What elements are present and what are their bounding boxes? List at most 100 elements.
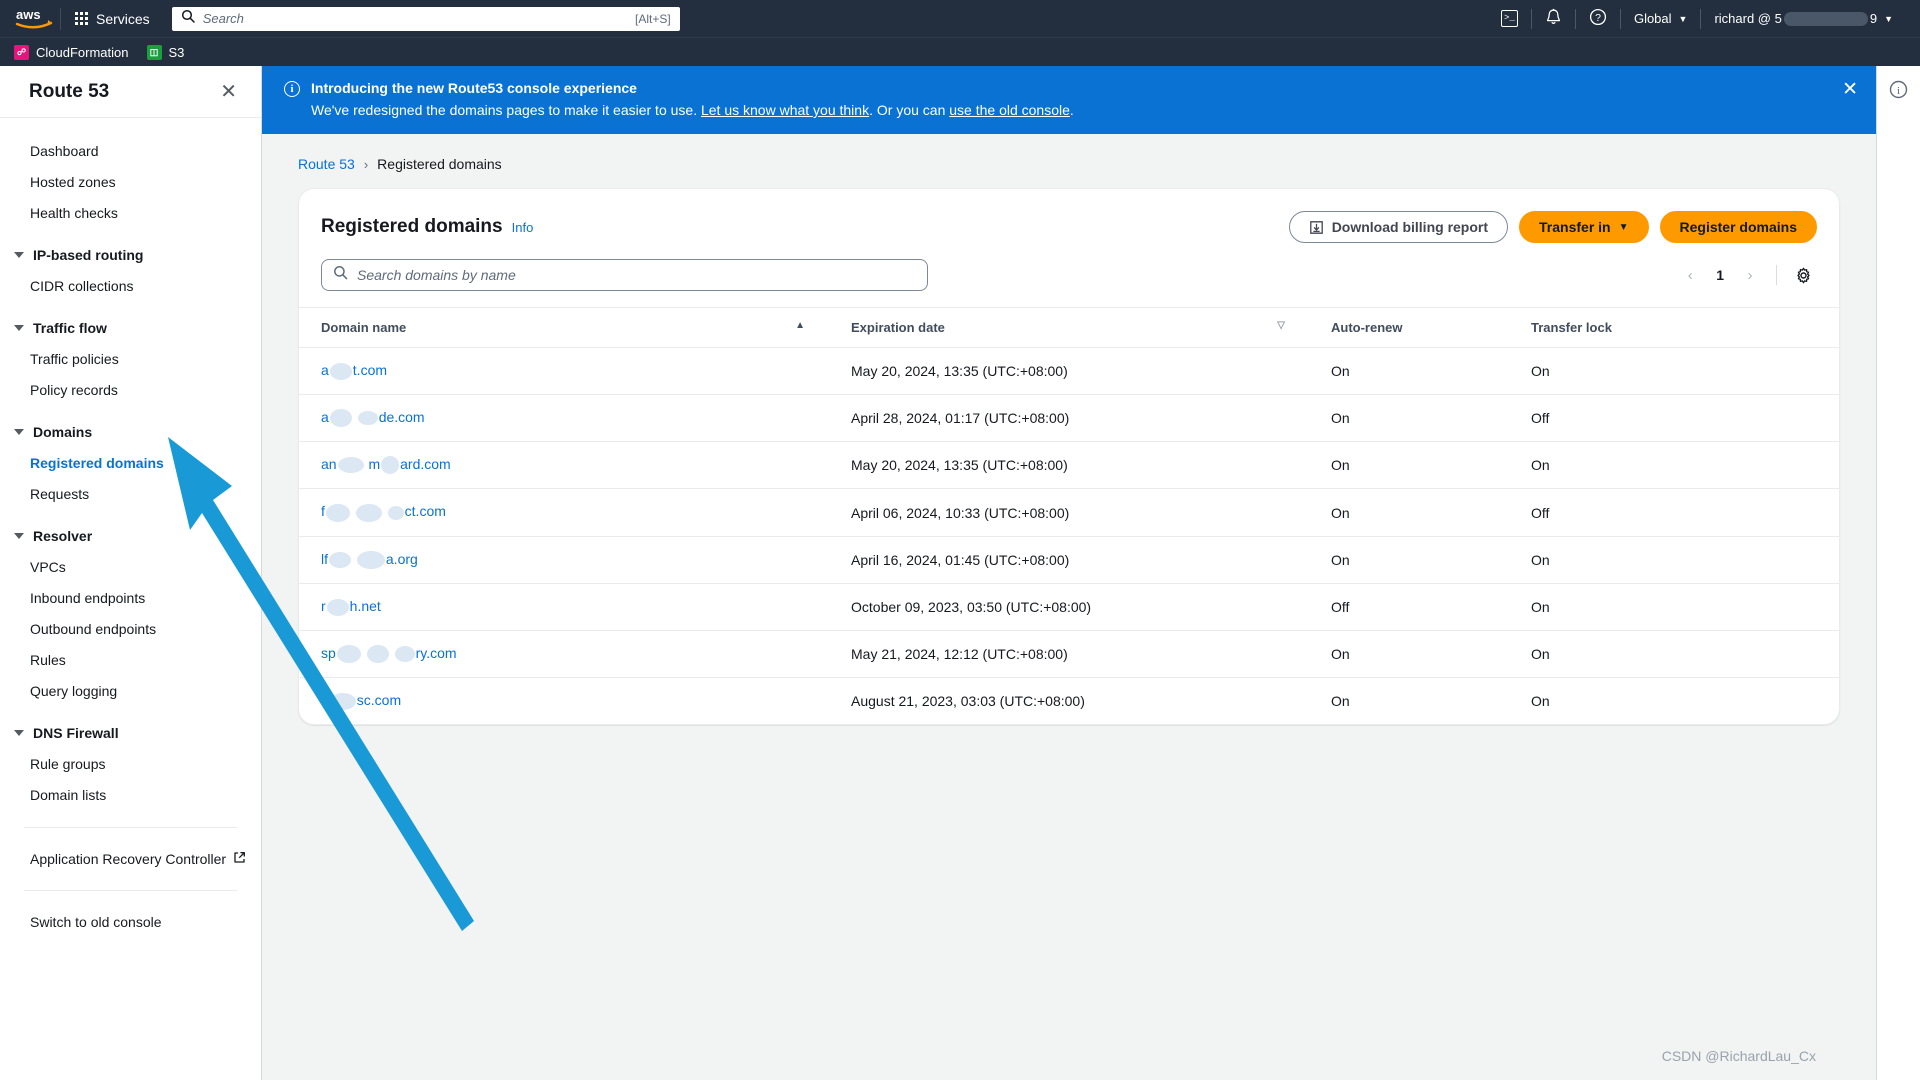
sidebar-item-outbound-endpoints[interactable]: Outbound endpoints xyxy=(0,614,261,645)
domain-text-fragment: f xyxy=(321,503,325,520)
cell-expiration-date: April 28, 2024, 01:17 (UTC:+08:00) xyxy=(829,394,1309,443)
favorite-cloudformation[interactable]: ☍ CloudFormation xyxy=(14,44,129,60)
column-header-auto-renew[interactable]: Auto-renew xyxy=(1309,307,1509,348)
cell-auto-renew: On xyxy=(1309,536,1509,584)
domain-name-link[interactable]: f ct.com xyxy=(321,503,446,522)
aws-logo-icon[interactable]: aws xyxy=(0,7,60,31)
sidebar-group-label: DNS Firewall xyxy=(33,725,119,741)
breadcrumb-current: Registered domains xyxy=(377,156,502,172)
pagination-prev-button[interactable]: ‹ xyxy=(1676,261,1704,289)
domain-name-link[interactable]: a de.com xyxy=(321,408,425,428)
sidebar-group-dns-firewall[interactable]: DNS Firewall xyxy=(0,717,261,749)
domain-name-link[interactable]: lf a.org xyxy=(321,551,418,569)
sidebar-group-traffic-flow[interactable]: Traffic flow xyxy=(0,312,261,344)
info-link[interactable]: Info xyxy=(512,220,534,235)
sidebar-item-traffic-policies[interactable]: Traffic policies xyxy=(0,344,261,375)
download-billing-report-button[interactable]: Download billing report xyxy=(1288,211,1509,243)
table-row: a de.com April 28, 2024, 01:17 (UTC:+08:0… xyxy=(299,394,1839,443)
grid-icon xyxy=(75,12,88,25)
sidebar-group-ip-based-routing[interactable]: IP-based routing xyxy=(0,239,261,271)
sidebar-item-health-checks[interactable]: Health checks xyxy=(0,198,261,229)
register-domains-button[interactable]: Register domains xyxy=(1659,211,1817,243)
column-header-domain-name[interactable]: Domain name ▲ xyxy=(299,307,829,348)
sidebar-item-rules[interactable]: Rules xyxy=(0,645,261,676)
cell-domain-name: f ct.com xyxy=(299,488,829,537)
cell-domain-name: sp ry.com xyxy=(299,630,829,679)
domain-name-link[interactable]: u sc.com xyxy=(321,692,401,710)
favorite-label: CloudFormation xyxy=(36,44,129,60)
registered-domains-card: Registered domains Info Download billing… xyxy=(298,188,1840,725)
breadcrumb: Route 53 › Registered domains xyxy=(262,134,1876,188)
domain-redaction-blob xyxy=(381,456,400,475)
column-header-transfer-lock[interactable]: Transfer lock xyxy=(1509,307,1839,348)
banner-close-icon[interactable]: ✕ xyxy=(1842,80,1858,99)
sidebar-item-inbound-endpoints[interactable]: Inbound endpoints xyxy=(0,583,261,614)
table-row: lf a.org April 16, 2024, 01:45 (UTC:+08:0… xyxy=(299,536,1839,584)
feedback-link[interactable]: Let us know what you think xyxy=(701,102,869,118)
domain-text-fragment: de.com xyxy=(378,408,425,425)
nav-right-cluster: >_ ? Global ▼ richard @ 5 9 ▼ xyxy=(1488,0,1920,37)
sidebar-item-cidr-collections[interactable]: CIDR collections xyxy=(0,271,261,302)
info-panel-icon[interactable]: i xyxy=(1889,80,1908,1080)
search-shortcut-hint: [Alt+S] xyxy=(635,11,671,26)
sidebar-item-vpcs[interactable]: VPCs xyxy=(0,552,261,583)
domain-name-link[interactable]: sp ry.com xyxy=(321,645,457,664)
sidebar-item-requests[interactable]: Requests xyxy=(0,479,261,510)
column-header-expiration-date[interactable]: Expiration date ▽ xyxy=(829,307,1309,348)
domain-search-box[interactable] xyxy=(321,259,928,291)
sidebar-item-policy-records[interactable]: Policy records xyxy=(0,375,261,406)
sidebar-item-registered-domains[interactable]: Registered domains xyxy=(0,448,261,479)
sidebar-item-rule-groups[interactable]: Rule groups xyxy=(0,749,261,780)
domain-search-input[interactable] xyxy=(357,267,916,283)
sidebar-group-domains[interactable]: Domains xyxy=(0,416,261,448)
breadcrumb-route53[interactable]: Route 53 xyxy=(298,156,355,172)
domain-text-fragment: t.com xyxy=(352,362,388,378)
account-menu[interactable]: richard @ 5 9 ▼ xyxy=(1701,0,1906,37)
search-input[interactable] xyxy=(202,11,627,26)
cloudshell-button[interactable]: >_ xyxy=(1488,0,1531,37)
table-row: f ct.com April 06, 2024, 10:33 (UTC:+08:0… xyxy=(299,488,1839,537)
domain-text-fragment: a xyxy=(321,362,329,378)
domain-text-fragment: a xyxy=(321,408,329,425)
transfer-in-button[interactable]: Transfer in ▼ xyxy=(1519,211,1649,243)
main-content: i Introducing the new Route53 console ex… xyxy=(262,66,1876,1080)
favorite-s3[interactable]: ◫ S3 xyxy=(146,44,184,60)
sidebar-item-query-logging[interactable]: Query logging xyxy=(0,676,261,707)
column-label: Auto-renew xyxy=(1331,320,1403,335)
pagination-page-1[interactable]: 1 xyxy=(1708,267,1732,283)
sidebar-item-hosted-zones[interactable]: Hosted zones xyxy=(0,167,261,198)
sidebar-group-resolver[interactable]: Resolver xyxy=(0,520,261,552)
notifications-button[interactable] xyxy=(1532,0,1575,37)
region-selector[interactable]: Global ▼ xyxy=(1621,0,1701,37)
domain-text-fragment xyxy=(352,551,356,567)
s3-icon: ◫ xyxy=(146,44,162,60)
old-console-link[interactable]: use the old console xyxy=(949,102,1070,118)
cell-expiration-date: October 09, 2023, 03:50 (UTC:+08:00) xyxy=(829,583,1309,631)
domain-name-link[interactable]: an m ard.com xyxy=(321,456,451,475)
pagination-next-button[interactable]: › xyxy=(1736,261,1764,289)
sidebar-item-application-recovery-controller[interactable]: Application Recovery Controller xyxy=(0,844,261,874)
pagination-divider xyxy=(1776,265,1777,285)
table-preferences-gear-icon[interactable] xyxy=(1789,261,1817,289)
cloudshell-icon: >_ xyxy=(1500,10,1518,27)
domain-name-link[interactable]: a t.com xyxy=(321,362,388,380)
chevron-down-icon: ▼ xyxy=(1618,221,1629,233)
table-row: a t.com May 20, 2024, 13:35 (UTC:+08:00) On… xyxy=(299,347,1839,395)
sidebar-divider xyxy=(24,890,237,891)
domain-redaction-blob xyxy=(325,503,350,522)
sidebar-item-switch-to-old-console[interactable]: Switch to old console xyxy=(0,907,261,938)
domain-name-link[interactable]: r h.net xyxy=(321,598,381,616)
banner-body-part1: We've redesigned the domains pages to ma… xyxy=(311,102,701,118)
close-icon[interactable]: ✕ xyxy=(220,82,237,102)
sidebar-group-label: Traffic flow xyxy=(33,320,107,336)
sidebar-item-dashboard[interactable]: Dashboard xyxy=(0,136,261,167)
help-button[interactable]: ? xyxy=(1576,0,1620,37)
table-row: sp ry.com May 21, 2024, 12:12 (UTC:+08:00… xyxy=(299,630,1839,679)
banner-title: Introducing the new Route53 console expe… xyxy=(311,80,637,96)
cell-auto-renew: On xyxy=(1309,347,1509,395)
favorites-bar: ☍ CloudFormation ◫ S3 xyxy=(0,37,1920,66)
sidebar-header: Route 53 ✕ xyxy=(0,66,261,118)
sidebar-item-domain-lists[interactable]: Domain lists xyxy=(0,780,261,811)
global-search-box[interactable]: [Alt+S] xyxy=(171,6,680,31)
services-menu-button[interactable]: Services xyxy=(61,0,164,37)
